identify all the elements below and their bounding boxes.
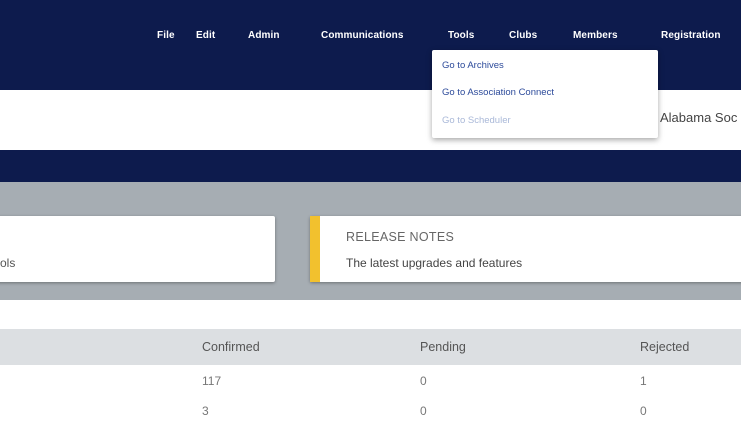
navy-divider-strip bbox=[0, 150, 741, 182]
menu-admin[interactable]: Admin bbox=[248, 30, 280, 41]
column-header-pending[interactable]: Pending bbox=[420, 340, 466, 354]
release-notes-card[interactable]: RELEASE NOTES The latest upgrades and fe… bbox=[310, 216, 741, 282]
menu-tools[interactable]: Tools bbox=[448, 30, 474, 41]
menu-edit[interactable]: Edit bbox=[196, 30, 215, 41]
cell-confirmed: 3 bbox=[202, 404, 209, 418]
cell-confirmed: 117 bbox=[202, 374, 222, 388]
menu-communications[interactable]: Communications bbox=[321, 30, 404, 41]
release-notes-subtitle: The latest upgrades and features bbox=[346, 256, 523, 270]
tools-dropdown-menu: Go to Archives Go to Association Connect… bbox=[432, 50, 658, 138]
cell-pending: 0 bbox=[420, 404, 427, 418]
tools-card-description: ols bbox=[0, 256, 16, 270]
column-header-rejected[interactable]: Rejected bbox=[640, 340, 689, 354]
cell-pending: 0 bbox=[420, 374, 427, 388]
cell-rejected: 1 bbox=[640, 374, 647, 388]
table-header-row: Confirmed Pending Rejected bbox=[0, 329, 741, 365]
release-notes-title: RELEASE NOTES bbox=[346, 230, 455, 244]
menu-clubs[interactable]: Clubs bbox=[509, 30, 537, 41]
menu-members[interactable]: Members bbox=[573, 30, 618, 41]
column-header-confirmed[interactable]: Confirmed bbox=[202, 340, 260, 354]
menu-item-go-to-scheduler[interactable]: Go to Scheduler bbox=[442, 115, 511, 126]
card-accent-bar bbox=[310, 216, 320, 282]
cell-rejected: 0 bbox=[640, 404, 647, 418]
menu-file[interactable]: File bbox=[157, 30, 175, 41]
menu-item-go-to-archives[interactable]: Go to Archives bbox=[442, 60, 504, 71]
organization-name: Alabama Soc bbox=[660, 110, 738, 125]
menu-item-go-to-association-connect[interactable]: Go to Association Connect bbox=[442, 87, 554, 98]
menu-registration[interactable]: Registration bbox=[661, 30, 721, 41]
tools-card[interactable]: ols bbox=[0, 216, 275, 282]
